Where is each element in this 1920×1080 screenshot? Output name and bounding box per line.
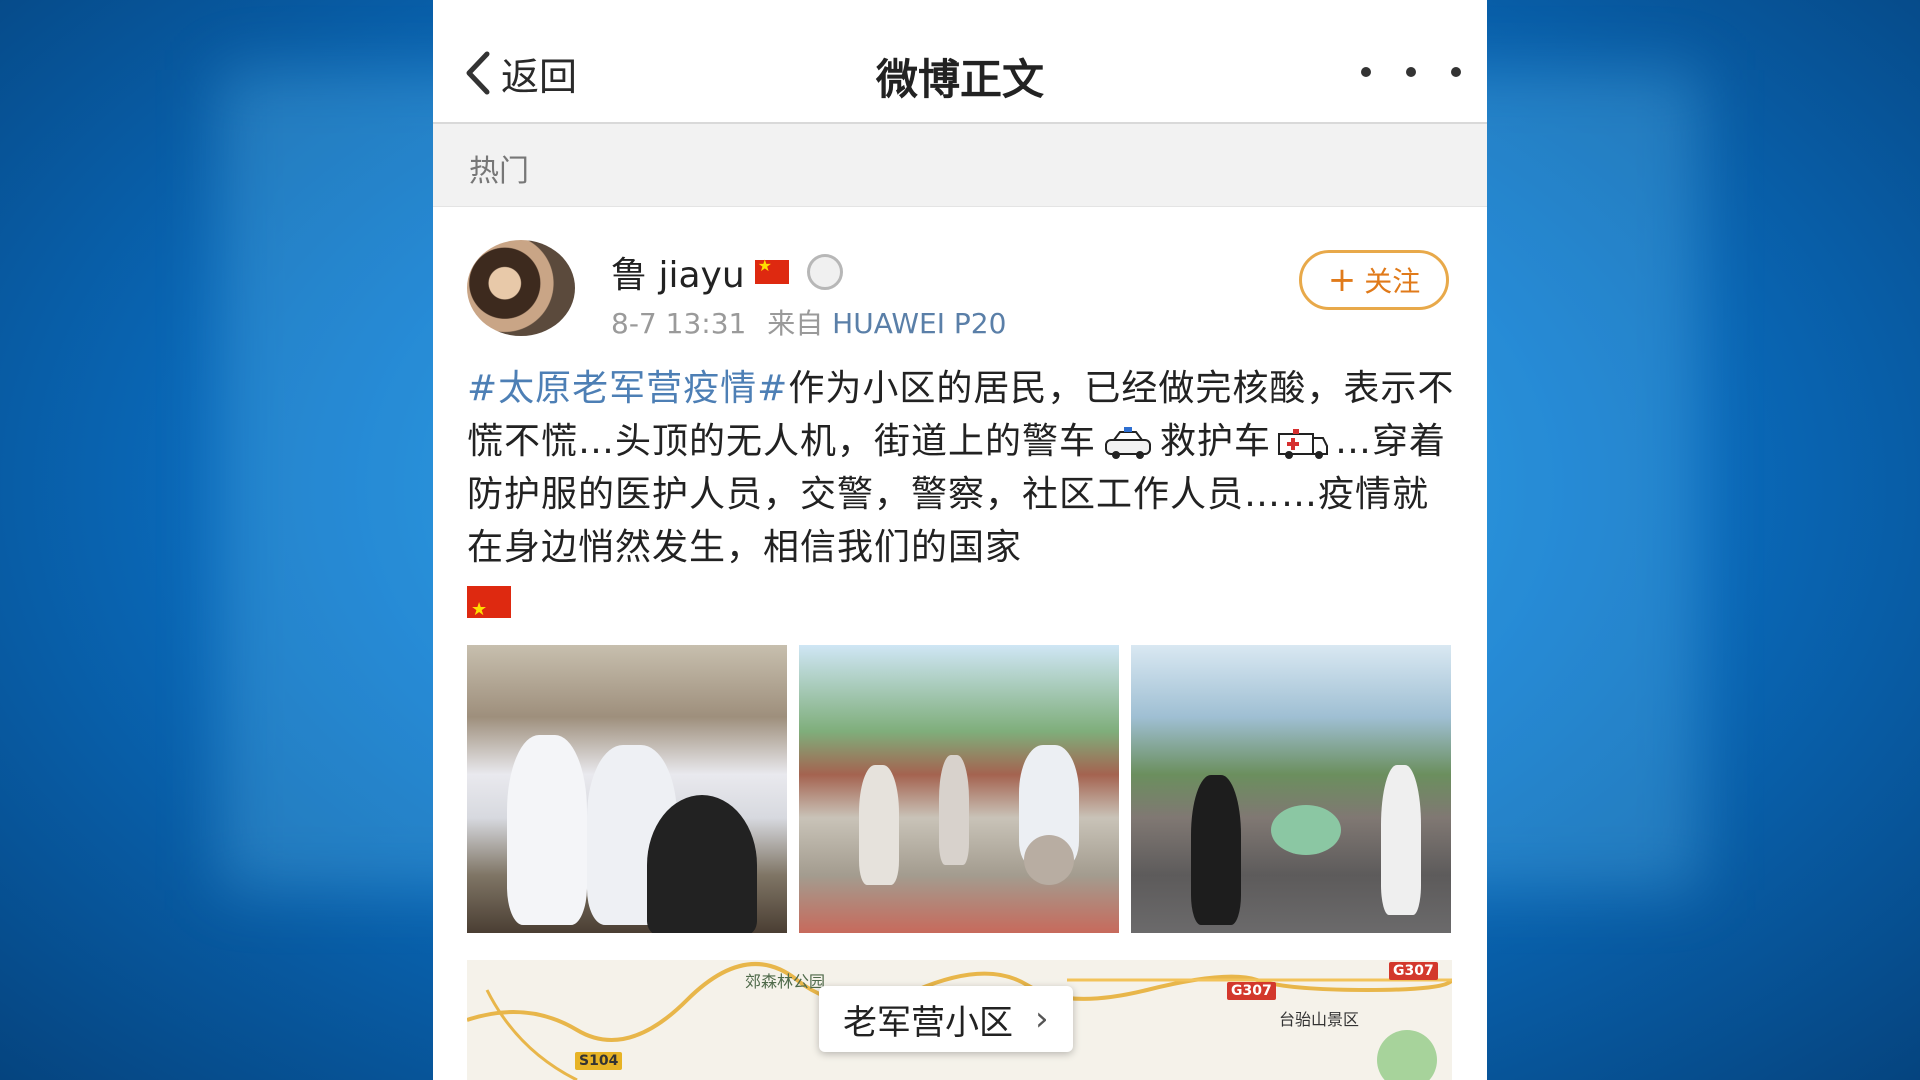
location-map[interactable]: S104 G307 G307 郊森林公园 台骀山景区 老军营小区 › bbox=[467, 960, 1452, 1080]
post-meta: 8-7 13:31 来自 HUAWEI P20 bbox=[611, 302, 1006, 342]
post-photo-1[interactable] bbox=[467, 645, 787, 933]
user-name-row: 鲁 jiayu bbox=[611, 246, 843, 298]
hashtag-link[interactable]: #太原老军营疫情# bbox=[467, 368, 788, 409]
top-nav-bar: 返回 微博正文 bbox=[433, 0, 1487, 124]
map-place-label: 台骀山景区 bbox=[1279, 1010, 1360, 1029]
post-time: 8-7 13:31 bbox=[611, 307, 747, 340]
section-label: 热门 bbox=[469, 154, 529, 189]
china-flag-icon bbox=[754, 256, 789, 284]
post-body: #太原老军营疫情#作为小区的居民，已经做完核酸，表示不慌不慌…头顶的无人机，街道… bbox=[467, 362, 1457, 636]
location-chip[interactable]: 老军营小区 › bbox=[819, 986, 1073, 1052]
dot bbox=[1361, 67, 1371, 77]
china-flag-icon bbox=[467, 583, 511, 636]
medal-icon bbox=[806, 254, 843, 290]
photo-figure bbox=[507, 735, 587, 925]
more-dots-icon[interactable] bbox=[1361, 52, 1461, 92]
road-tag: G307 bbox=[1227, 982, 1276, 1000]
follow-label: 关注 bbox=[1364, 265, 1421, 298]
dot bbox=[1406, 67, 1416, 77]
road-tag: S104 bbox=[575, 1052, 623, 1070]
page-title: 微博正文 bbox=[875, 55, 1044, 104]
follow-button[interactable]: + 关注 bbox=[1299, 250, 1449, 310]
photo-figure bbox=[1024, 835, 1074, 885]
photo-figure bbox=[859, 765, 899, 885]
photo-figure bbox=[939, 755, 969, 865]
photo-figure bbox=[647, 795, 757, 933]
ambulance-emoji bbox=[1278, 429, 1329, 459]
map-place-label: 郊森林公园 bbox=[745, 972, 826, 991]
photo-figure bbox=[1381, 765, 1421, 915]
post-photo-3[interactable] bbox=[1131, 645, 1451, 933]
police-car-emoji bbox=[1105, 427, 1152, 459]
post-photo-2[interactable] bbox=[799, 645, 1119, 933]
post-text-part-2: 救护车 bbox=[1160, 421, 1272, 462]
device-name: HUAWEI P20 bbox=[832, 307, 1007, 340]
location-name: 老军营小区 bbox=[843, 1002, 1013, 1043]
chevron-right-icon: › bbox=[1035, 999, 1049, 1039]
photo-grid bbox=[467, 645, 1452, 935]
source-prefix: 来自 bbox=[767, 307, 824, 340]
plus-icon: + bbox=[1327, 260, 1357, 300]
photo-figure bbox=[1271, 805, 1341, 855]
username[interactable]: 鲁 jiayu bbox=[611, 246, 745, 298]
road-tag: G307 bbox=[1389, 962, 1438, 980]
avatar[interactable] bbox=[467, 240, 575, 336]
photo-figure bbox=[1191, 775, 1241, 925]
weibo-screen: 返回 微博正文 热门 鲁 jiayu 8-7 13:31 来自 HUAWEI P… bbox=[433, 0, 1487, 1080]
section-header: 热门 bbox=[433, 124, 1487, 207]
dot bbox=[1451, 67, 1461, 77]
